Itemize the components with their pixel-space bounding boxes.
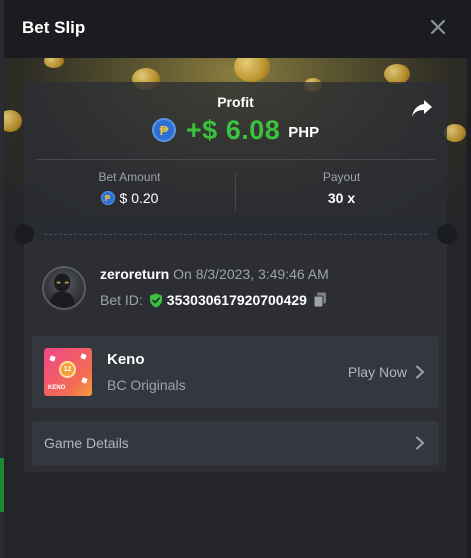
- keno-thumb-label: KENO: [48, 385, 66, 391]
- dashed-separator: [44, 234, 427, 235]
- ticket-notch-left: [14, 224, 34, 244]
- profit-panel: Profit ₱ +$ 6.08 PHP Bet Amount ₱ $ 0.20…: [24, 82, 447, 242]
- user-line: zeroreturn On 8/3/2023, 3:49:46 AM: [100, 266, 329, 282]
- bet-amount-stat: Bet Amount ₱ $ 0.20: [24, 170, 235, 206]
- play-now-button[interactable]: Play Now: [348, 364, 425, 380]
- modal-header: Bet Slip: [4, 0, 467, 58]
- game-details-row[interactable]: Game Details: [32, 421, 439, 465]
- keno-thumbnail: 12 KENO: [44, 348, 92, 396]
- share-icon: [412, 100, 432, 117]
- bet-id-value: 353030617920700429: [166, 292, 307, 308]
- avatar[interactable]: [42, 266, 86, 310]
- divider: [36, 159, 435, 160]
- user-row: zeroreturn On 8/3/2023, 3:49:46 AM Bet I…: [42, 266, 432, 316]
- payout-value: 30 x: [327, 190, 356, 206]
- avatar-figure: [49, 273, 75, 308]
- game-name: Keno: [107, 351, 145, 368]
- bet-date: On 8/3/2023, 3:49:46 AM: [169, 266, 329, 282]
- game-provider: BC Originals: [107, 377, 186, 393]
- backdrop-right-edge: [467, 0, 471, 558]
- currency-symbol-small: ₱: [104, 193, 111, 203]
- copy-icon[interactable]: [313, 292, 327, 308]
- bet-id-label: Bet ID:: [100, 292, 143, 308]
- bet-id-row: Bet ID: 353030617920700429: [100, 292, 327, 308]
- chevron-right-icon: [416, 436, 424, 450]
- share-button[interactable]: [411, 98, 433, 118]
- profit-label: Profit: [217, 94, 254, 110]
- close-icon: [430, 19, 446, 35]
- bet-slip-modal: Bet Slip Profit ₱ +$ 6.08 PHP Bet Amount…: [4, 0, 467, 558]
- currency-symbol: ₱: [159, 122, 169, 138]
- profit-row: ₱ +$ 6.08 PHP: [24, 112, 447, 148]
- profit-currency: PHP: [288, 123, 320, 141]
- php-coin-icon: ₱: [151, 118, 176, 142]
- bet-card: Profit ₱ +$ 6.08 PHP Bet Amount ₱ $ 0.20…: [14, 82, 457, 472]
- payout-label: Payout: [322, 170, 361, 184]
- ticket-notch-right: [437, 224, 457, 244]
- close-button[interactable]: [427, 16, 449, 38]
- bet-amount-label: Bet Amount: [98, 170, 161, 184]
- game-card-keno[interactable]: 12 KENO Keno BC Originals Play Now: [32, 336, 439, 408]
- php-coin-icon: ₱: [100, 191, 115, 205]
- bet-amount-row: ₱ $ 0.20: [24, 190, 235, 206]
- keno-ball: 12: [59, 361, 76, 378]
- profit-value: +$ 6.08: [185, 114, 281, 145]
- game-details-label: Game Details: [44, 435, 129, 451]
- shield-check-icon: [149, 293, 162, 307]
- play-now-label: Play Now: [347, 364, 407, 380]
- username[interactable]: zeroreturn: [100, 266, 169, 282]
- bet-amount-value: $ 0.20: [119, 190, 159, 206]
- payout-stat: Payout 30 x: [236, 170, 447, 206]
- chevron-right-icon: [416, 365, 424, 379]
- modal-title: Bet Slip: [22, 18, 86, 37]
